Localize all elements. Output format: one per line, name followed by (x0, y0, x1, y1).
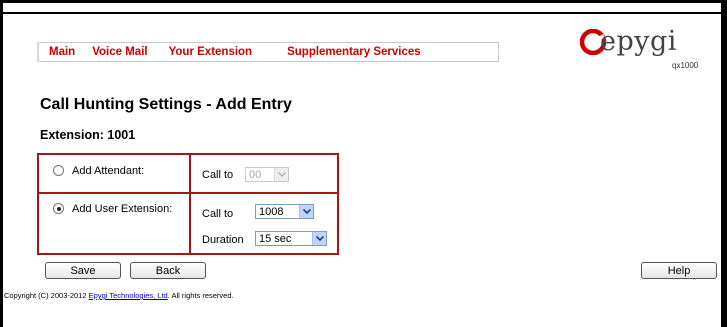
menu-item-voice-mail[interactable]: Voice Mail (92, 46, 147, 58)
add-attendant-label: Add Attendant: (72, 165, 145, 177)
logo-model: qx1000 (672, 61, 699, 70)
copyright-footer: Copyright (C) 2003-2012 Epygi Technologi… (4, 291, 234, 300)
page-title: Call Hunting Settings - Add Entry (40, 96, 292, 113)
chevron-down-icon (274, 168, 288, 181)
chevron-down-icon (312, 232, 326, 245)
duration-label: Duration (202, 234, 244, 246)
extension-label: Extension: 1001 (40, 128, 136, 142)
copyright-suffix: . All rights reserved. (167, 291, 234, 300)
epygi-logo: epygi qx1000 (580, 26, 700, 76)
help-button[interactable]: Help (641, 262, 717, 279)
top-rule (0, 12, 727, 14)
add-user-extension-label: Add User Extension: (72, 203, 173, 215)
add-attendant-radio[interactable] (53, 165, 64, 176)
user-extension-call-to-value: 1008 (259, 205, 284, 218)
save-button[interactable]: Save (45, 262, 121, 279)
attendant-call-to-label: Call to (202, 169, 234, 181)
add-user-extension-radio[interactable] (53, 203, 64, 214)
back-button[interactable]: Back (130, 262, 206, 279)
menu-item-main[interactable]: Main (49, 46, 75, 58)
attendant-call-to-value: 00 (249, 168, 262, 181)
menu-item-supplementary-services[interactable]: Supplementary Services (287, 46, 421, 58)
epygi-technologies-link[interactable]: Epygi Technologies, Ltd (89, 291, 168, 300)
copyright-prefix: Copyright (C) 2003-2012 (4, 291, 89, 300)
logo-wordmark: epygi (600, 26, 677, 57)
user-extension-call-to-select[interactable]: 1008 (255, 204, 314, 219)
user-extension-call-to-label: Call to (202, 208, 234, 220)
call-hunting-entry-table: Add Attendant: Call to 00 Add User Exten… (37, 153, 339, 255)
duration-value: 15 sec (259, 232, 292, 245)
table-row-divider (39, 192, 337, 194)
main-menu: Main Voice Mail Your Extension Supplemen… (37, 42, 499, 62)
attendant-call-to-select[interactable]: 00 (245, 167, 289, 182)
table-column-divider (189, 155, 191, 253)
menu-item-your-extension[interactable]: Your Extension (169, 46, 253, 58)
duration-select[interactable]: 15 sec (255, 231, 327, 246)
chevron-down-icon (299, 205, 313, 218)
